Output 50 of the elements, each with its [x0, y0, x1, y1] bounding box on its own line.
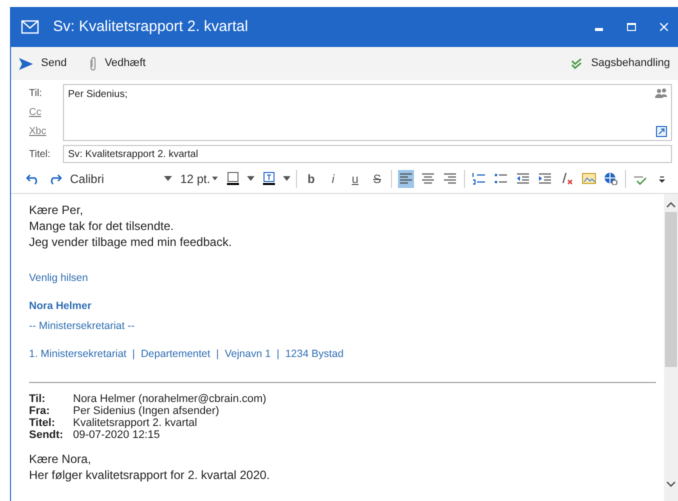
format-button[interactable]: S [369, 170, 386, 188]
toolbar-button[interactable]: Send [19, 55, 67, 72]
caret-icon [212, 176, 218, 181]
double-check-icon [571, 58, 584, 70]
quoted-header-label: Til: [29, 393, 46, 405]
caret-icon[interactable] [247, 176, 255, 181]
people-icon[interactable] [655, 88, 667, 98]
subject-field[interactable]: Sv: Kvalitetsrapport 2. kvartal [63, 145, 672, 163]
envelope-icon [21, 20, 39, 34]
body-text: Kære Nora, [29, 451, 92, 467]
quoted-header-value: 09-07-2020 12:15 [73, 429, 161, 441]
field-label: Titel: [29, 148, 52, 162]
expand-icon[interactable] [656, 126, 667, 137]
format-button[interactable]: i [325, 170, 342, 188]
signature-text: Venlig hilsen [29, 271, 89, 286]
body-text: Mange tak for det tilsendte. [29, 218, 175, 234]
field-link[interactable]: Xbc [29, 122, 63, 141]
body-text: Jeg vender tilbage med min feedback. [29, 234, 233, 250]
format-button[interactable]: u [347, 170, 364, 188]
caret-icon[interactable] [282, 176, 290, 181]
format-button[interactable]: b [303, 170, 320, 188]
toolbar-button[interactable]: Vedhæft [88, 55, 146, 72]
scrollbar-thumb[interactable] [665, 212, 677, 367]
quoted-header-value: Kvalitetsrapport 2. kvartal [73, 417, 198, 429]
paperclip-icon [88, 56, 97, 70]
quoted-header-label: Fra: [29, 405, 51, 417]
scroll-up-icon[interactable] [666, 202, 676, 208]
maximize-icon[interactable] [627, 23, 636, 31]
close-icon[interactable] [660, 23, 668, 31]
quoted-header-label: Titel: [29, 417, 56, 429]
recipient-field[interactable]: Per Sidenius; [63, 84, 672, 141]
font-size-dropdown[interactable]: 12 pt. [179, 170, 220, 188]
font-dropdown[interactable]: Calibri [69, 170, 174, 188]
body-text: Kære Per, [29, 202, 84, 218]
signature-name: Nora Helmer [29, 299, 92, 314]
quoted-header-label: Sendt: [29, 429, 64, 441]
signature-text: -- Ministersekretariat -- [29, 319, 136, 334]
toolbar-button[interactable]: Sagsbehandling [571, 55, 670, 72]
body-text: Her følger kvalitetsrapport for 2. kvartal 2020. [29, 467, 271, 483]
signature-address: 1. Ministersekretariat | Departementet | Vejnavn 1 | 1234 Bystad [29, 347, 345, 362]
recipient-name: Per Sidenius; [68, 89, 128, 100]
send-icon [19, 58, 33, 70]
quoted-header-value: Nora Helmer (norahelmer@cbrain.com) [73, 393, 266, 405]
scrollbar[interactable] [664, 194, 678, 501]
scroll-down-icon[interactable] [666, 481, 676, 487]
quoted-header-value: Per Sidenius (Ingen afsender) [73, 405, 220, 417]
caret-icon [164, 176, 172, 181]
field-link[interactable]: Cc [29, 103, 63, 122]
window-title: Sv: Kvalitetsrapport 2. kvartal [53, 16, 248, 37]
field-label: Til: [29, 87, 43, 101]
